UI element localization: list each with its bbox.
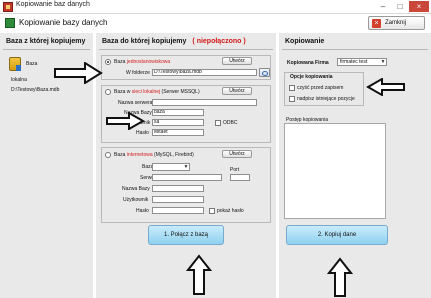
copy-options-group: Opcje kopiowania czyść przed zapisem nad… <box>284 72 364 106</box>
internet-user-label: Użytkownik <box>123 197 149 203</box>
network-label-a: Baza w <box>114 89 131 95</box>
copy-options-title: Opcje kopiowania <box>290 74 333 80</box>
divider <box>3 49 90 50</box>
database-icon <box>5 18 15 28</box>
minimize-icon[interactable]: – <box>375 1 391 12</box>
network-password-label: Hasło <box>136 130 149 136</box>
clear-before-save-label: czyść przed zapisem <box>297 85 344 91</box>
local-folder-input[interactable]: D:\Testowy\baza.mdb <box>152 69 257 76</box>
chevron-down-icon: ▼ <box>380 59 386 65</box>
network-db-radio[interactable] <box>105 89 111 95</box>
show-password-label: pokaż hasło <box>217 208 244 214</box>
arrow-left-icon <box>366 78 406 96</box>
overwrite-checkbox[interactable] <box>289 96 295 102</box>
internet-label-c: (MySQL, Firebird) <box>154 152 194 158</box>
local-db-radio-label: Baza jednostanowiskowa <box>114 59 170 65</box>
network-label-b: sieci lokalnej <box>131 89 161 95</box>
target-panel-title: Baza do której kopiujemy ( niepołączono ) <box>102 38 246 45</box>
network-db-radio-label: Baza w sieci lokalnej (Serwer MSSQL) <box>114 89 200 95</box>
divider <box>282 49 428 50</box>
internet-user-input[interactable] <box>152 196 204 203</box>
app-window: Kopiowanie baz danych – □ × Kopiowanie b… <box>0 0 431 298</box>
maximize-icon[interactable]: □ <box>392 1 408 12</box>
progress-log[interactable] <box>284 123 386 219</box>
internet-server-input[interactable] <box>152 174 222 181</box>
local-db-label-a: Baza <box>114 59 126 65</box>
close-x-icon: × <box>372 18 381 28</box>
internet-create-button[interactable]: Utwórz <box>222 150 252 158</box>
window-title: Kopiowanie baz danych <box>16 1 90 8</box>
window-controls: – □ × <box>375 1 429 12</box>
overwrite-label: nadpisz istniejące pozycje <box>297 96 355 102</box>
source-location-label: lokalna <box>11 77 27 83</box>
network-user-input[interactable]: sa <box>152 119 204 126</box>
arrow-up-icon <box>327 257 353 297</box>
arrow-right-icon <box>105 112 145 130</box>
server-name-input[interactable] <box>152 99 257 106</box>
network-db-name-input[interactable]: baza <box>152 109 204 116</box>
clear-before-save-checkbox[interactable] <box>289 85 295 91</box>
internet-db-name-input[interactable] <box>152 185 204 192</box>
company-select-value: firmatec test <box>340 59 368 65</box>
odbc-checkbox[interactable] <box>215 120 221 126</box>
chevron-down-icon: ▼ <box>183 164 189 170</box>
copy-data-button[interactable]: 2. Kopiuj dane <box>286 225 388 245</box>
internet-db-radio-label: Baza internetowa (MySQL, Firebird) <box>114 152 194 158</box>
local-db-label-b: jednostanowiskowa <box>126 59 171 65</box>
local-create-button[interactable]: Utwórz <box>222 57 252 65</box>
internet-port-input[interactable] <box>230 174 250 181</box>
close-button[interactable]: × Zamknij <box>368 16 425 30</box>
divider <box>99 49 273 50</box>
connect-button[interactable]: 1. Połącz z bazą <box>148 225 224 245</box>
show-password-checkbox[interactable] <box>209 208 215 214</box>
local-db-group: Baza jednostanowiskowa Utwórz W folderze… <box>101 55 271 80</box>
browse-folder-icon[interactable] <box>259 68 270 77</box>
company-select[interactable]: firmatec test ▼ <box>337 58 387 66</box>
server-name-label: Nazwa serwera <box>118 100 153 106</box>
internet-db-group: Baza internetowa (MySQL, Firebird) Utwór… <box>101 147 271 223</box>
internet-label-a: Baza <box>114 152 126 158</box>
arrow-up-icon <box>186 254 212 296</box>
internet-db-name-label: Nazwa Bazy <box>122 186 150 192</box>
database-icon <box>9 57 21 71</box>
close-icon[interactable]: × <box>409 1 429 12</box>
form-header: Kopiowanie bazy danych × Zamknij <box>0 15 431 32</box>
connection-status: ( niepołączono ) <box>192 38 246 45</box>
form-title: Kopiowanie bazy danych <box>19 18 108 27</box>
network-password-input[interactable]: Mitaet <box>152 129 204 136</box>
source-location-path: D:\Testowy\Baza.mdb <box>11 87 60 93</box>
internet-password-input[interactable] <box>152 207 204 214</box>
local-db-radio[interactable] <box>105 59 111 65</box>
source-db-name: Baza <box>26 61 38 67</box>
close-button-label: Zamknij <box>385 20 407 26</box>
target-panel-title-text: Baza do której kopiujemy <box>102 38 187 45</box>
title-bar: Kopiowanie baz danych – □ × <box>0 0 431 14</box>
source-panel-title: Baza z której kopiujemy <box>6 38 86 45</box>
local-folder-label: W folderze <box>126 70 150 76</box>
company-label: Kopiowana Firma <box>287 60 329 66</box>
odbc-label: ODBC <box>223 120 238 126</box>
network-label-c: (Serwer MSSQL) <box>161 89 200 95</box>
app-icon <box>3 2 13 12</box>
network-create-button[interactable]: Utwórz <box>222 87 252 95</box>
arrow-right-icon <box>53 62 103 84</box>
copy-panel: Kopiowanie Kopiowana Firma firmatec test… <box>279 33 431 298</box>
internet-port-label: Port <box>230 167 240 173</box>
internet-password-label: Hasło <box>136 208 149 214</box>
internet-db-radio[interactable] <box>105 152 111 158</box>
copy-panel-title: Kopiowanie <box>285 38 325 45</box>
internet-label-b: internetowa <box>126 152 153 158</box>
internet-type-select[interactable]: ▼ <box>152 163 190 171</box>
